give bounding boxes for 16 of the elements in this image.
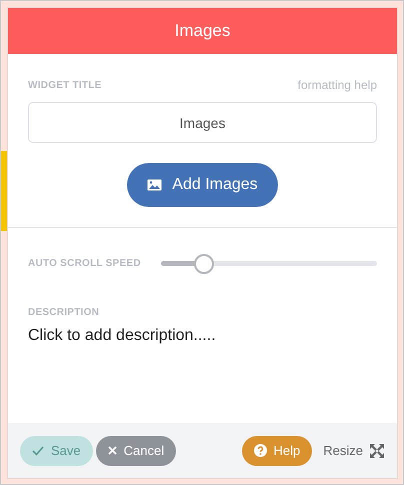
title-input-field[interactable]: Images: [28, 102, 377, 143]
help-button[interactable]: Help: [242, 436, 312, 466]
slider-thumb[interactable]: [194, 254, 214, 274]
expand-arrows-icon: [369, 442, 385, 458]
add-images-button[interactable]: Add Images: [127, 163, 278, 207]
description-text[interactable]: Click to add description.....: [28, 324, 377, 348]
check-icon: [32, 446, 44, 456]
close-icon: [108, 446, 117, 455]
field-label: WIDGET TITLE: [28, 78, 102, 92]
panel-title: Images: [174, 20, 230, 42]
cancel-button[interactable]: Cancel: [96, 436, 176, 466]
resize-button[interactable]: Resize: [323, 440, 385, 460]
image-icon: [147, 179, 162, 191]
description-label: DESCRIPTION: [28, 306, 100, 320]
slider-label: AUTO SCROLL SPEED: [28, 257, 141, 271]
help-icon: [254, 444, 266, 457]
